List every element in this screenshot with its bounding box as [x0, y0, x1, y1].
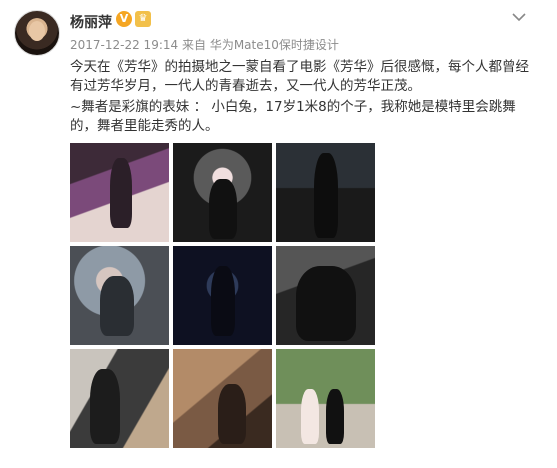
- timestamp[interactable]: 2017-12-22 19:14: [70, 38, 178, 52]
- figure-shape: [100, 276, 134, 336]
- photo-thumbnail[interactable]: [276, 143, 375, 242]
- figure-shape: [314, 153, 338, 238]
- post-text-line: 今天在《芳华》的拍摄地之一蒙自看了电影《芳华》后很感慨，每个人都曾经有过芳华岁月…: [70, 59, 529, 94]
- photo-thumbnail[interactable]: [70, 349, 169, 448]
- image-grid: [70, 143, 376, 450]
- post-text: 今天在《芳华》的拍摄地之一蒙自看了电影《芳华》后很感慨，每个人都曾经有过芳华岁月…: [70, 58, 530, 138]
- photo-thumbnail[interactable]: [173, 246, 272, 345]
- figure-shape: [326, 389, 344, 444]
- photo-thumbnail[interactable]: [276, 349, 375, 448]
- source-prefix: 来自: [181, 38, 206, 52]
- figure-shape: [90, 369, 120, 444]
- photo-thumbnail[interactable]: [173, 349, 272, 448]
- chevron-down-icon[interactable]: [510, 8, 528, 26]
- figure-shape: [211, 266, 235, 336]
- photo-thumbnail[interactable]: [70, 246, 169, 345]
- verified-badge: V: [116, 11, 132, 27]
- avatar-face: [29, 21, 45, 41]
- post-meta: 2017-12-22 19:14 来自 华为Mate10保时捷设计: [70, 36, 339, 53]
- member-icon: ♛: [135, 11, 151, 27]
- figure-shape: [301, 389, 319, 444]
- post-text-line: ~舞者是彩旗的表妹 ： 小白兔，17岁1米8的个子，我称她是模特里会跳舞的，舞者…: [70, 99, 516, 134]
- photo-thumbnail[interactable]: [70, 143, 169, 242]
- avatar[interactable]: [14, 10, 60, 56]
- figure-shape: [209, 179, 237, 239]
- figure-shape: [218, 384, 246, 444]
- photo-thumbnail[interactable]: [276, 246, 375, 345]
- photo-thumbnail[interactable]: [173, 143, 272, 242]
- weibo-post-card: 杨丽萍 V ♛ 2017-12-22 19:14 来自 华为Mate10保时捷设…: [0, 0, 557, 468]
- figure-shape: [296, 266, 356, 341]
- source-device[interactable]: 华为Mate10保时捷设计: [210, 38, 339, 52]
- author-name[interactable]: 杨丽萍: [70, 12, 112, 32]
- figure-shape: [110, 158, 132, 228]
